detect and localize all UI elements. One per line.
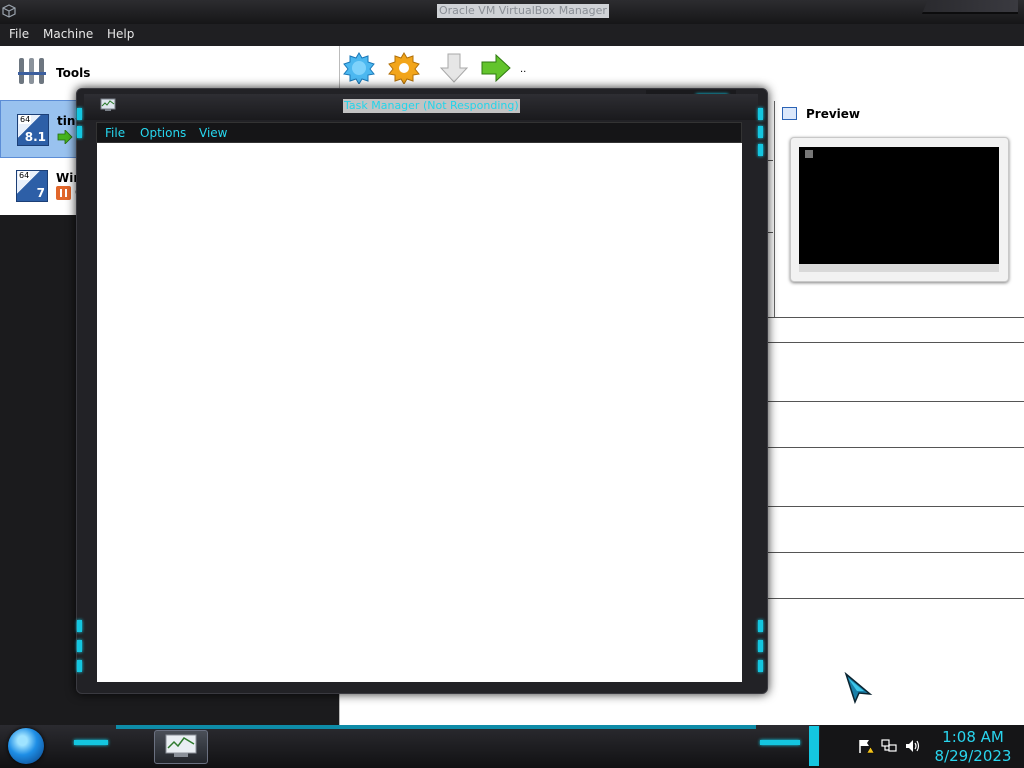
section-divider — [757, 447, 1024, 448]
action-center-flag-icon[interactable] — [857, 738, 875, 754]
frame-light — [758, 620, 763, 632]
vm-preview-screen — [799, 147, 999, 272]
frame-light — [77, 640, 82, 652]
frame-light — [758, 108, 763, 120]
taskbar-light — [74, 740, 108, 745]
start-button[interactable] — [8, 728, 44, 764]
windows-8-1-os-icon: 64 8.1 — [17, 114, 49, 146]
section-divider — [757, 598, 1024, 599]
section-divider — [757, 401, 1024, 402]
frame-light — [758, 144, 763, 156]
task-manager-content — [97, 143, 742, 682]
task-manager-icon — [100, 98, 116, 111]
tools-label: Tools — [56, 66, 91, 80]
os-version-label: 8.1 — [24, 130, 46, 144]
titlebar-ornament — [922, 0, 1018, 14]
menu-file[interactable]: File — [9, 27, 29, 41]
virtualbox-icon — [2, 4, 16, 18]
os-version-label: 7 — [36, 186, 45, 200]
network-icon[interactable] — [880, 738, 898, 754]
monitor-icon — [782, 107, 797, 120]
preview-title: Preview — [806, 107, 861, 121]
section-divider — [757, 552, 1024, 553]
tm-menu-options[interactable]: Options — [140, 126, 186, 140]
tm-menu-view[interactable]: View — [199, 126, 227, 140]
task-manager-title: Task Manager (Not Responding) — [343, 99, 520, 113]
task-manager-icon — [165, 734, 197, 757]
section-divider — [757, 317, 1024, 318]
tm-menu-file[interactable]: File — [105, 126, 125, 140]
new-icon[interactable] — [343, 52, 375, 84]
show-desktop-button[interactable] — [809, 726, 819, 766]
clock-time[interactable]: 1:08 AM — [940, 728, 1006, 746]
section-divider — [757, 342, 1024, 343]
running-arrow-icon — [57, 130, 73, 144]
menu-help[interactable]: Help — [107, 27, 134, 41]
taskbar-light — [760, 740, 800, 745]
tools-icon — [18, 58, 46, 84]
virtualbox-titlebar[interactable]: Oracle VM VirtualBox Manager — [0, 0, 1024, 24]
arch-label: 64 — [19, 115, 32, 124]
task-manager-menubar: File Options View — [96, 122, 742, 143]
start-arrow-icon[interactable] — [480, 52, 512, 84]
paused-icon — [56, 186, 71, 200]
windows-7-os-icon: 64 7 — [16, 170, 48, 202]
discard-icon[interactable] — [438, 52, 470, 84]
frame-light — [758, 640, 763, 652]
volume-icon[interactable] — [904, 738, 922, 754]
frame-light — [77, 620, 82, 632]
frame-light — [77, 660, 82, 672]
frame-light — [77, 108, 82, 120]
frame-light — [758, 126, 763, 138]
virtualbox-menubar: File Machine Help — [0, 24, 1024, 46]
virtualbox-title: Oracle VM VirtualBox Manager — [437, 4, 609, 18]
frame-light — [77, 126, 82, 138]
recycle-bin-icon — [805, 150, 813, 158]
mouse-cursor-icon — [844, 672, 873, 704]
arch-label: 64 — [18, 171, 31, 180]
settings-icon[interactable] — [388, 52, 420, 84]
taskbar-accent-stripe — [116, 725, 756, 729]
clock-date[interactable]: 8/29/2023 — [932, 747, 1014, 765]
menu-machine[interactable]: Machine — [43, 27, 93, 41]
section-divider — [757, 506, 1024, 507]
toolbar-more[interactable]: .. — [520, 64, 526, 75]
frame-light — [758, 660, 763, 672]
vm-preview-taskbar — [799, 264, 999, 272]
